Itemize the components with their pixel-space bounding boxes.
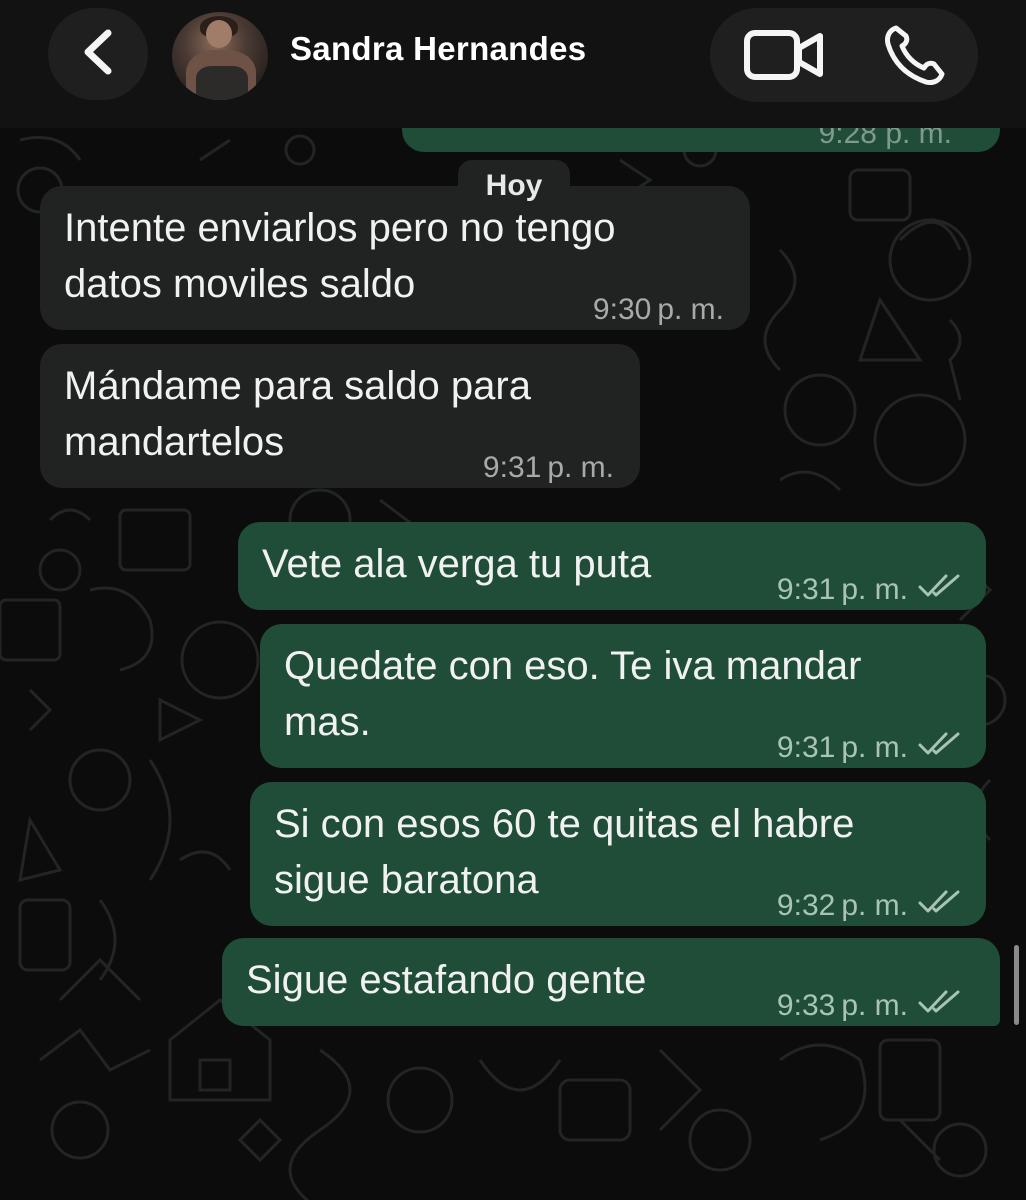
date-separator: Hoy <box>458 160 570 212</box>
outgoing-message[interactable]: Vete ala verga tu puta 9:31 p. m. <box>238 522 986 610</box>
double-check-icon <box>918 978 962 1034</box>
message-time: 9:31 p. m. <box>482 451 614 484</box>
message-text-line: sigue baratona <box>274 858 539 902</box>
video-camera-icon[interactable] <box>744 28 824 87</box>
back-button[interactable] <box>48 8 148 100</box>
double-check-icon <box>918 562 962 618</box>
message-time: 9:31 p. m. <box>777 562 962 618</box>
message-text-line: Sigue estafando gente <box>246 958 647 1002</box>
call-actions <box>710 8 978 102</box>
message-text-line: Mándame para saldo para <box>64 364 531 408</box>
contact-name[interactable]: Sandra Hernandes <box>290 30 586 68</box>
incoming-message[interactable]: Intente enviarlos pero no tengo datos mo… <box>40 186 750 330</box>
message-text-line: Quedate con eso. Te iva mandar <box>284 644 862 688</box>
outgoing-message[interactable]: Si con esos 60 te quitas el habre sigue … <box>250 782 986 926</box>
avatar[interactable] <box>172 12 268 100</box>
message-time: 9:30 p. m. <box>592 293 724 326</box>
message-text-line: Vete ala verga tu puta <box>262 542 652 586</box>
message-time: 9:33 p. m. <box>777 978 962 1034</box>
message-time: 9:32 p. m. <box>777 878 962 934</box>
double-check-icon <box>918 720 962 776</box>
message-text-line: mandartelos <box>64 420 285 464</box>
message-text-line: mas. <box>284 700 371 744</box>
message-text-line: Si con esos 60 te quitas el habre <box>274 802 855 846</box>
message-text-line: datos moviles saldo <box>64 262 416 306</box>
double-check-icon <box>918 878 962 934</box>
incoming-message[interactable]: Mándame para saldo para mandartelos 9:31… <box>40 344 640 488</box>
scrollbar[interactable] <box>1014 945 1019 1025</box>
outgoing-message[interactable]: Quedate con eso. Te iva mandar mas. 9:31… <box>260 624 986 768</box>
outgoing-message[interactable]: Sigue estafando gente 9:33 p. m. <box>222 938 1000 1026</box>
chevron-left-icon <box>80 29 116 80</box>
message-time: 9:31 p. m. <box>777 720 962 776</box>
chat-header: Sandra Hernandes <box>0 0 1026 128</box>
phone-icon[interactable] <box>882 24 948 91</box>
